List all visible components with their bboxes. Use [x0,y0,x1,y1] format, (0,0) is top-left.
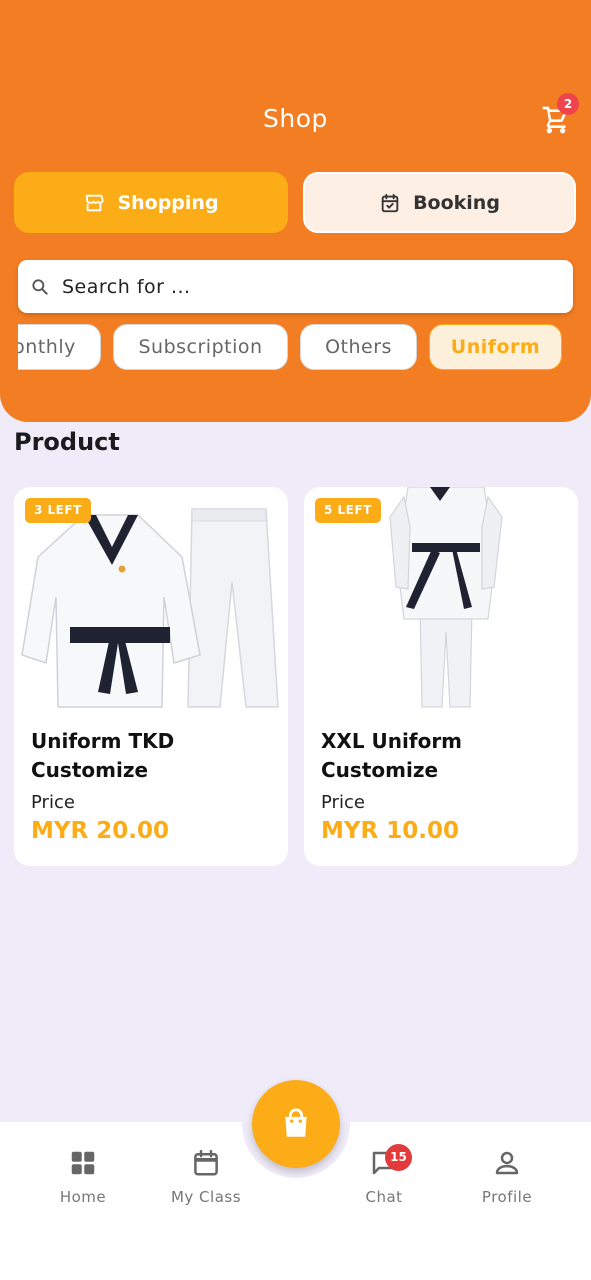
grid-icon [71,1151,95,1175]
page-title: Shop [263,104,328,133]
search-placeholder: Search for ... [62,275,191,298]
product-price: MYR 20.00 [31,818,170,844]
nav-my-class[interactable]: My Class [156,1148,256,1206]
chip-others[interactable]: Others [300,324,417,370]
nav-profile[interactable]: Profile [457,1148,557,1206]
chip-label: onthly [18,336,76,358]
product-name: Uniform TKD Customize [31,729,175,782]
section-title: Product [14,428,120,456]
chip-label: Subscription [138,336,263,358]
chip-label: Uniform [450,336,541,358]
shop-fab-button[interactable] [252,1080,340,1168]
tab-booking[interactable]: Booking [303,172,576,233]
stock-badge: 3 LEFT [25,498,91,523]
chip-label: Others [325,336,392,358]
store-icon [86,194,105,211]
product-card[interactable]: 5 LEFT XXL Uniform Customize Price MYR 1… [304,487,578,866]
nav-label: Profile [481,1188,533,1206]
stock-badge: 5 LEFT [315,498,381,523]
chip-monthly[interactable]: onthly [18,324,101,370]
cart-count-badge: 2 [557,93,579,115]
product-price: MYR 10.00 [321,818,460,844]
calendar-icon [194,1149,218,1176]
nav-home[interactable]: Home [33,1148,133,1206]
product-card[interactable]: 3 LEFT Uniform TKD Customize Price MYR 2… [14,487,288,866]
nav-chat[interactable]: Chat [334,1148,434,1206]
chip-subscription[interactable]: Subscription [113,324,288,370]
tab-shopping-label: Shopping [117,191,219,214]
person-icon [495,1151,519,1175]
search-input[interactable]: Search for ... [18,260,573,313]
product-name: XXL Uniform Customize [321,729,463,782]
shopping-bag-icon [285,1108,307,1137]
calendar-check-icon [381,193,399,212]
nav-label: Chat [365,1188,403,1206]
tab-shopping[interactable]: Shopping [14,172,288,233]
chip-uniform[interactable]: Uniform [429,324,562,370]
tab-booking-label: Booking [413,191,500,214]
price-label: Price [321,792,365,813]
price-label: Price [31,792,75,813]
nav-label: Home [59,1188,107,1206]
nav-label: My Class [170,1188,242,1206]
search-icon [32,278,48,295]
chat-unread-badge: 15 [385,1144,412,1171]
category-chips: onthly Subscription Others Uniform [18,324,591,370]
